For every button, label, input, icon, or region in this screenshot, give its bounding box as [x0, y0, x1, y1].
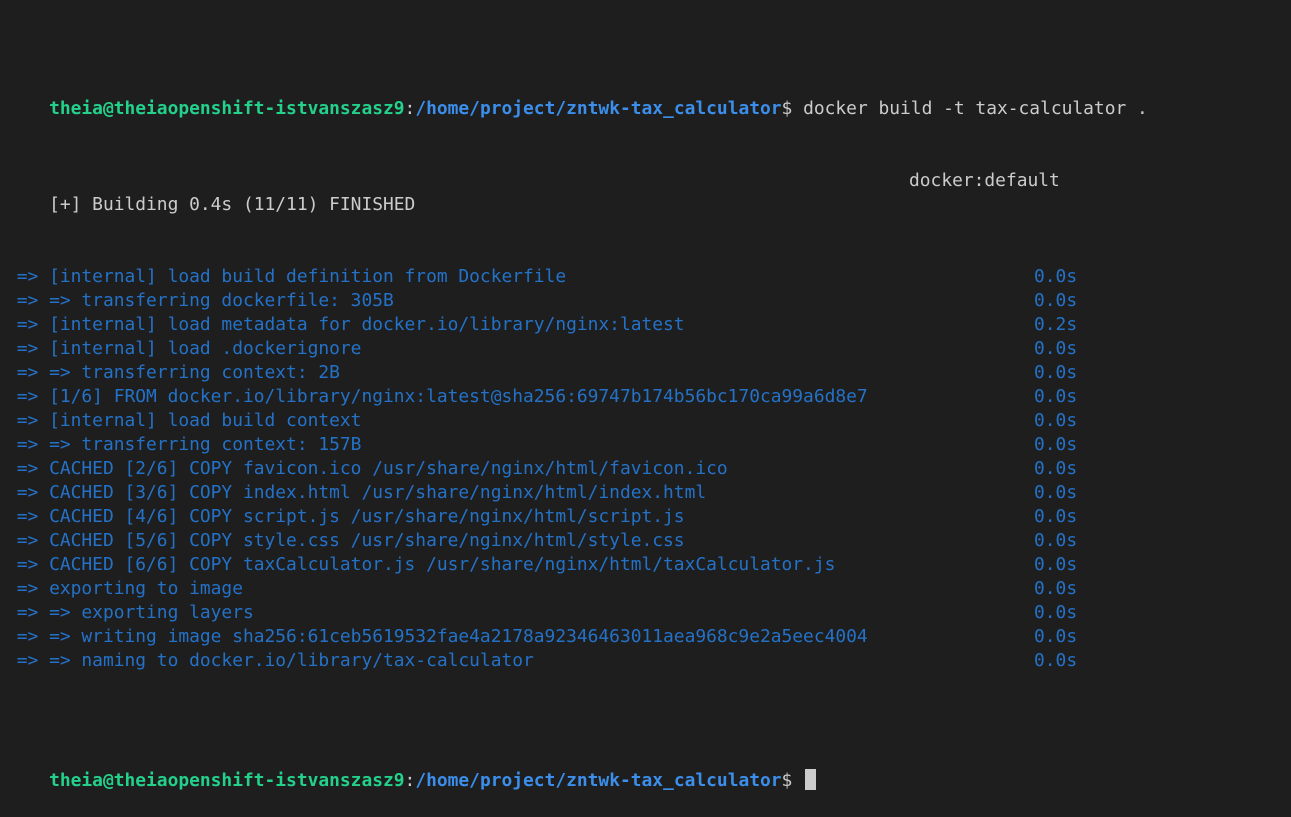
build-step-line: => [internal] load .dockerignore 0.0s — [6, 337, 1291, 361]
build-step-line: => CACHED [3/6] COPY index.html /usr/sha… — [6, 481, 1291, 505]
prompt-dollar: $ — [781, 98, 793, 119]
build-step-line: => [internal] load build context 0.0s — [6, 409, 1291, 433]
build-step-text: => => exporting layers — [6, 602, 254, 623]
build-step-time: 0.0s — [1034, 626, 1078, 647]
build-step-time: 0.0s — [1034, 386, 1078, 407]
build-step-text: => [internal] load metadata for docker.i… — [6, 314, 685, 335]
build-step-text: => [internal] load .dockerignore — [6, 338, 362, 359]
prompt-user-host: theia@theiaopenshift-istvanszasz9 — [49, 770, 405, 791]
prompt-line-command: theia@theiaopenshift-istvanszasz9:/home/… — [6, 73, 1291, 119]
terminal-window[interactable]: theia@theiaopenshift-istvanszasz9:/home/… — [0, 0, 1291, 791]
build-step-text: => CACHED [4/6] COPY script.js /usr/shar… — [6, 506, 685, 527]
prompt-line-current[interactable]: theia@theiaopenshift-istvanszasz9:/home/… — [6, 745, 1291, 791]
build-status-line: [+] Building 0.4s (11/11) FINISHED docke… — [6, 169, 1291, 215]
build-step-text: => CACHED [2/6] COPY favicon.ico /usr/sh… — [6, 458, 728, 479]
prompt-separator: : — [404, 98, 416, 119]
build-step-text: => CACHED [3/6] COPY index.html /usr/sha… — [6, 482, 707, 503]
build-step-text: => [1/6] FROM docker.io/library/nginx:la… — [6, 386, 868, 407]
build-step-text: => => naming to docker.io/library/tax-ca… — [6, 650, 534, 671]
build-step-time: 0.0s — [1034, 410, 1078, 431]
build-step-time: 0.0s — [1034, 290, 1078, 311]
build-step-time: 0.0s — [1034, 458, 1078, 479]
build-step-time: 0.0s — [1034, 266, 1078, 287]
build-step-time: 0.0s — [1034, 362, 1078, 383]
prompt-user-host: theia@theiaopenshift-istvanszasz9 — [49, 98, 405, 119]
build-step-time: 0.0s — [1034, 602, 1078, 623]
build-step-time: 0.0s — [1034, 434, 1078, 455]
build-step-time: 0.0s — [1034, 506, 1078, 527]
build-step-time: 0.0s — [1034, 650, 1078, 671]
build-steps: => [internal] load build definition from… — [6, 265, 1291, 673]
build-step-time: 0.0s — [1034, 338, 1078, 359]
build-step-line: => CACHED [6/6] COPY taxCalculator.js /u… — [6, 553, 1291, 577]
terminal-cursor[interactable] — [805, 769, 817, 790]
build-step-line: => CACHED [2/6] COPY favicon.ico /usr/sh… — [6, 457, 1291, 481]
build-step-line: => => naming to docker.io/library/tax-ca… — [6, 649, 1291, 673]
build-step-text: => => writing image sha256:61ceb5619532f… — [6, 626, 868, 647]
build-builder-name: docker:default — [909, 170, 1060, 191]
build-step-text: => => transferring context: 157B — [6, 434, 362, 455]
build-step-time: 0.0s — [1034, 530, 1078, 551]
build-step-line: => => transferring context: 2B 0.0s — [6, 361, 1291, 385]
build-step-line: => => transferring dockerfile: 305B 0.0s — [6, 289, 1291, 313]
build-step-text: => CACHED [6/6] COPY taxCalculator.js /u… — [6, 554, 836, 575]
build-step-text: => exporting to image — [6, 578, 243, 599]
build-step-line: => => transferring context: 157B 0.0s — [6, 433, 1291, 457]
prompt-path: /home/project/zntwk-tax_calculator — [415, 98, 782, 119]
prompt-path: /home/project/zntwk-tax_calculator — [415, 770, 782, 791]
build-status-text: [+] Building 0.4s (11/11) FINISHED — [49, 194, 416, 215]
build-step-line: => [1/6] FROM docker.io/library/nginx:la… — [6, 385, 1291, 409]
build-step-text: => [internal] load build definition from… — [6, 266, 567, 287]
build-step-line: => exporting to image 0.0s — [6, 577, 1291, 601]
build-step-line: => [internal] load build definition from… — [6, 265, 1291, 289]
build-step-text: => => transferring context: 2B — [6, 362, 340, 383]
build-step-line: => [internal] load metadata for docker.i… — [6, 313, 1291, 337]
prompt-separator: : — [404, 770, 416, 791]
build-step-line: => => writing image sha256:61ceb5619532f… — [6, 625, 1291, 649]
build-step-text: => [internal] load build context — [6, 410, 362, 431]
build-step-line: => CACHED [4/6] COPY script.js /usr/shar… — [6, 505, 1291, 529]
build-step-time: 0.0s — [1034, 554, 1078, 575]
build-step-text: => CACHED [5/6] COPY style.css /usr/shar… — [6, 530, 685, 551]
build-step-time: 0.0s — [1034, 578, 1078, 599]
prompt-dollar: $ — [781, 770, 793, 791]
build-step-text: => => transferring dockerfile: 305B — [6, 290, 394, 311]
command-text: docker build -t tax-calculator . — [792, 98, 1148, 119]
build-step-line: => CACHED [5/6] COPY style.css /usr/shar… — [6, 529, 1291, 553]
build-step-line: => => exporting layers 0.0s — [6, 601, 1291, 625]
build-step-time: 0.0s — [1034, 482, 1078, 503]
build-step-time: 0.2s — [1034, 314, 1078, 335]
